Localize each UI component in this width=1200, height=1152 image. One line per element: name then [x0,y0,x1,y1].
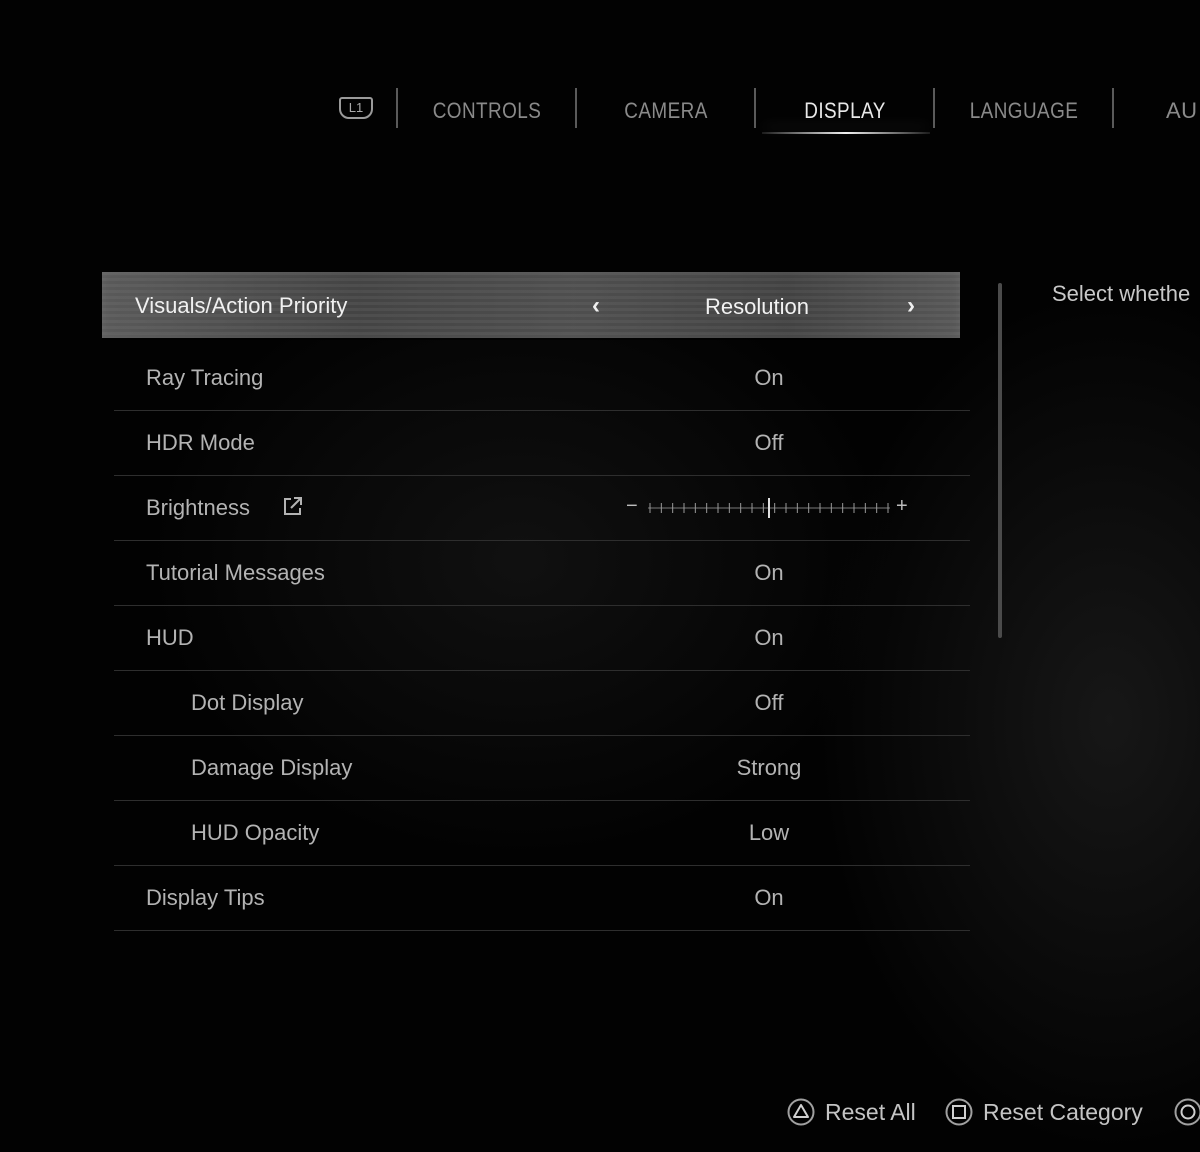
setting-label: Damage Display [191,755,353,780]
setting-value: Off [754,690,784,715]
setting-damage-display[interactable]: Damage Display Strong [114,736,970,801]
chevron-right-icon[interactable]: › [907,292,915,320]
brightness-slider[interactable]: − + [626,494,916,522]
settings-scrollbar[interactable] [998,283,1002,638]
tab-controls[interactable]: CONTROLS [426,98,548,124]
setting-value: On [754,885,784,910]
setting-ray-tracing[interactable]: Ray Tracing On [114,346,970,411]
setting-tutorial-messages[interactable]: Tutorial Messages On [114,541,970,606]
setting-label: Dot Display [191,690,304,715]
setting-value: On [754,560,784,585]
tab-camera[interactable]: CAMERA [605,98,727,124]
tab-divider [754,88,756,128]
tab-language[interactable]: LANGUAGE [963,98,1085,124]
circle-button-icon [1174,1098,1200,1126]
tab-divider [396,88,398,128]
tab-divider [933,88,935,128]
setting-hud-opacity[interactable]: HUD Opacity Low [114,801,970,866]
setting-label: Ray Tracing [146,365,264,390]
setting-hdr-mode[interactable]: HDR Mode Off [114,411,970,476]
setting-value: On [754,625,784,650]
setting-dot-display[interactable]: Dot Display Off [114,671,970,736]
setting-label: HDR Mode [146,430,255,455]
reset-all-button[interactable]: Reset All [787,1096,927,1130]
tab-audio[interactable]: AU [1166,98,1200,124]
slider-increase[interactable]: + [896,495,908,518]
setting-brightness[interactable]: Brightness − + [114,476,970,541]
setting-value: Resolution [705,294,809,319]
setting-label: HUD [146,625,194,650]
setting-value: Strong [736,755,802,780]
slider-decrease[interactable]: − [626,495,638,518]
reset-category-button[interactable]: Reset Category [945,1096,1160,1130]
slider-track[interactable] [648,498,890,518]
setting-hud[interactable]: HUD On [114,606,970,671]
chevron-left-icon[interactable]: ‹ [592,292,600,320]
hint-label: Reset Category [983,1099,1143,1125]
setting-visuals-action-priority[interactable]: Visuals/Action Priority ‹ Resolution › [102,272,960,338]
setting-description: Select whethe [1052,281,1191,306]
setting-value: On [754,365,784,390]
button-hints-bar: Reset All Reset Category [0,1096,1200,1130]
square-button-icon [945,1098,973,1126]
setting-label: Brightness [146,495,250,520]
setting-label: Tutorial Messages [146,560,325,585]
external-link-icon[interactable] [282,495,304,517]
setting-label: Display Tips [146,885,265,910]
active-tab-indicator [762,132,930,134]
hint-label: Reset All [825,1099,916,1125]
tab-divider [1112,88,1114,128]
setting-label: Visuals/Action Priority [135,293,348,318]
tab-display[interactable]: DISPLAY [784,98,906,124]
setting-value: Off [754,430,784,455]
setting-label: HUD Opacity [191,820,320,845]
category-tab-bar: L1 CONTROLS CAMERA DISPLAY LANGUAGE AU [0,84,1200,136]
l1-button-icon[interactable]: L1 [339,97,373,119]
setting-display-tips[interactable]: Display Tips On [114,866,970,931]
back-button[interactable] [1174,1096,1200,1130]
triangle-button-icon [787,1098,815,1126]
setting-value: Low [748,820,790,845]
display-settings-list: Visuals/Action Priority ‹ Resolution › R… [102,272,970,931]
tab-divider [575,88,577,128]
